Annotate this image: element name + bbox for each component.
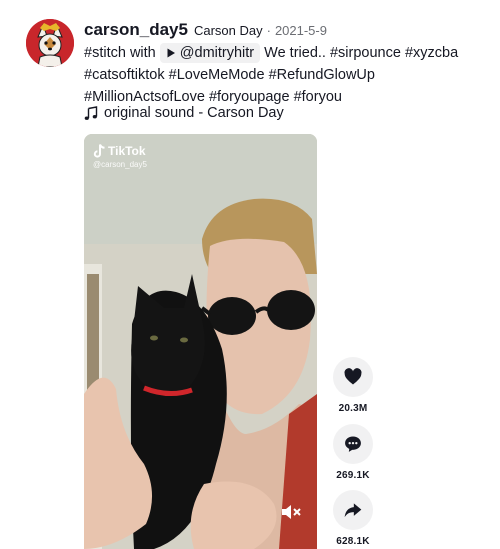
play-icon	[167, 48, 175, 58]
like-action: 20.3M	[333, 357, 373, 414]
hashtag-lovememode[interactable]: #LoveMeMode	[169, 67, 265, 83]
separator-dot: ·	[266, 23, 271, 38]
like-count: 20.3M	[338, 403, 368, 414]
comment-action: 269.1K	[333, 424, 373, 481]
tiktok-watermark: TikTok @carson_day5	[93, 144, 147, 169]
mention-user: @dmitryhitr	[179, 45, 255, 62]
video-caption: #stitch with @dmitryhitr We tried.. #sir…	[84, 42, 484, 108]
author-avatar[interactable]	[26, 19, 74, 67]
hashtag-stitch[interactable]: #stitch	[84, 45, 126, 61]
mention-chip[interactable]: @dmitryhitr	[159, 43, 261, 64]
tiktok-logo-icon	[93, 144, 105, 158]
volume-muted-icon	[282, 505, 301, 519]
watermark-brand: TikTok	[108, 144, 146, 158]
comment-icon	[345, 436, 361, 452]
share-button[interactable]	[333, 490, 373, 530]
author-nickname[interactable]: Carson Day	[194, 23, 263, 38]
share-count: 628.1K	[336, 536, 370, 547]
video-frame	[84, 134, 317, 549]
video-player[interactable]: TikTok @carson_day5	[84, 134, 317, 549]
hashtag-millionactsoflove[interactable]: #MillionActsofLove	[84, 89, 205, 105]
hashtag-foryoupage[interactable]: #foryoupage	[209, 89, 290, 105]
music-title: original sound - Carson Day	[104, 105, 284, 121]
watermark-handle: @carson_day5	[93, 160, 147, 169]
comment-count: 269.1K	[336, 470, 370, 481]
music-link[interactable]: original sound - Carson Day	[84, 105, 284, 121]
hashtag-xyzcba[interactable]: #xyzcba	[405, 45, 458, 61]
author-info: carson_day5 Carson Day · 2021-5-9	[84, 20, 327, 40]
caption-with-text: with	[129, 45, 156, 61]
mute-button[interactable]	[280, 501, 302, 523]
hashtag-catsoftiktok[interactable]: #catsoftiktok	[84, 67, 165, 83]
author-username[interactable]: carson_day5	[84, 20, 188, 40]
share-action: 628.1K	[333, 490, 373, 547]
post-date: 2021-5-9	[274, 23, 327, 38]
dog-avatar-image	[26, 19, 74, 67]
music-note-icon	[84, 105, 98, 120]
hashtag-sirpounce[interactable]: #sirpounce	[330, 45, 401, 61]
caption-text: We tried..	[264, 45, 326, 61]
like-button[interactable]	[333, 357, 373, 397]
share-arrow-icon	[344, 503, 362, 518]
heart-icon	[344, 368, 362, 385]
hashtag-foryou[interactable]: #foryou	[294, 89, 342, 105]
comment-button[interactable]	[333, 424, 373, 464]
hashtag-refundglowup[interactable]: #RefundGlowUp	[269, 67, 375, 83]
